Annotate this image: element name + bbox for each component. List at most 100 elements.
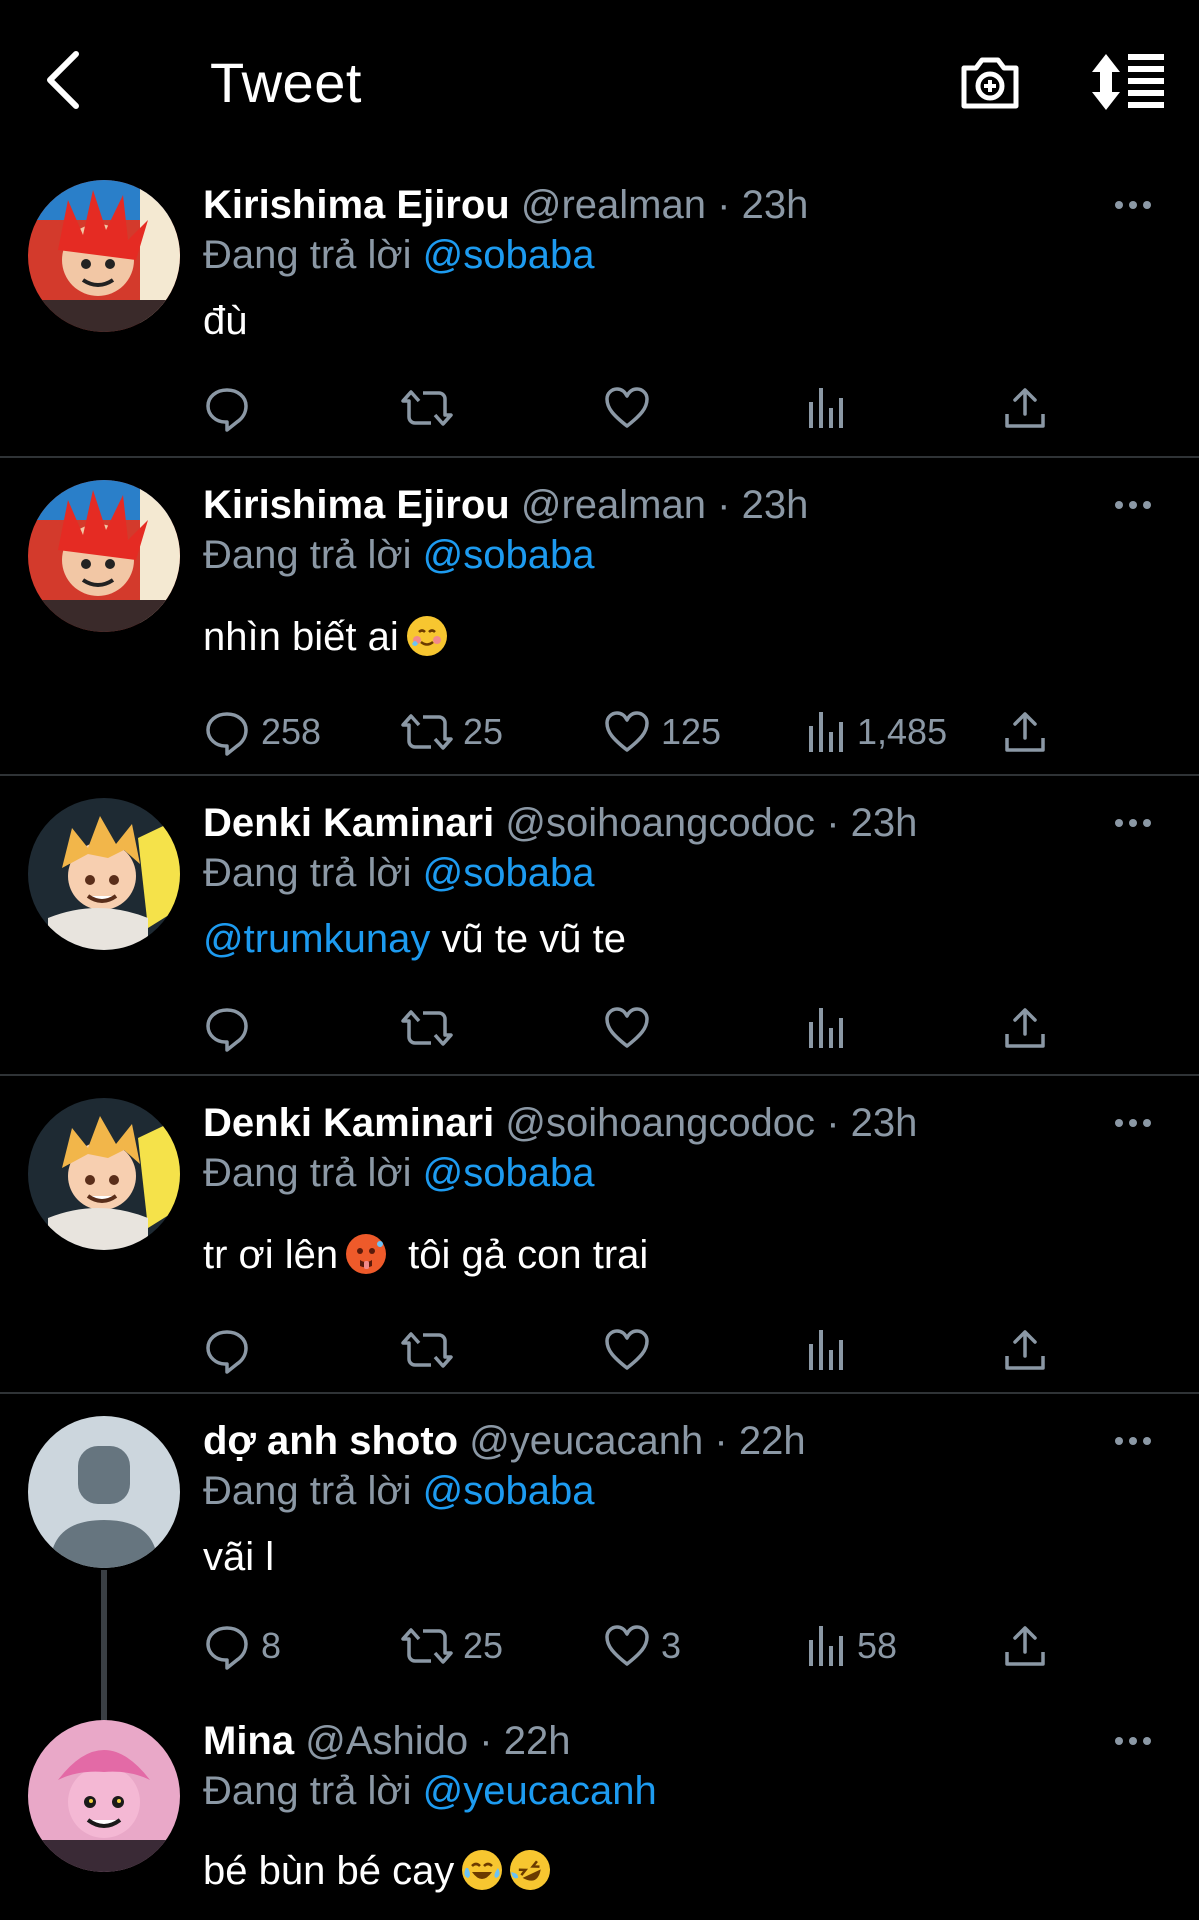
timestamp[interactable]: 23h [742,483,809,527]
retweet-button[interactable] [401,1322,453,1378]
reply-button[interactable] [203,1322,251,1378]
more-options-icon[interactable] [1111,811,1155,835]
retweet-button[interactable]: 25 [401,1618,503,1674]
more-options-icon[interactable] [1111,1111,1155,1135]
timestamp[interactable]: 22h [739,1419,806,1463]
views-button[interactable]: 1,485 [807,704,947,760]
rolling-laughing-emoji-icon [503,1843,557,1897]
reply-count: 8 [261,1625,282,1666]
separator-dot: · [826,801,840,845]
sort-icon[interactable] [1090,50,1166,114]
views-button[interactable] [807,1000,847,1056]
share-button[interactable] [1001,380,1049,436]
like-button[interactable]: 125 [603,704,721,760]
display-name[interactable]: Denki Kaminari [203,1101,494,1145]
avatar[interactable] [28,480,180,632]
more-options-icon[interactable] [1111,1429,1155,1453]
default-avatar[interactable] [28,1416,180,1568]
timestamp[interactable]: 23h [851,801,918,845]
mention-link[interactable]: @trumkunay [203,917,430,961]
retweet-button[interactable] [401,1000,453,1056]
tweet-header: Kirishima Ejirou @realman · 23h [203,480,808,530]
username[interactable]: @soihoangcodoc [505,1101,815,1145]
replying-to: Đang trả lời @sobaba [203,1466,595,1516]
back-arrow-icon[interactable] [40,48,88,112]
display-name[interactable]: Kirishima Ejirou [203,483,510,527]
like-button[interactable] [603,380,651,436]
mention-link[interactable]: @sobaba [423,533,595,577]
replying-to: Đang trả lời @sobaba [203,848,595,898]
mention-link[interactable]: @sobaba [423,1469,595,1513]
retweet-icon [401,1326,453,1374]
views-button[interactable] [807,1322,847,1378]
username[interactable]: @realman [521,183,706,227]
separator-dot: · [826,1101,840,1145]
mention-link[interactable]: @sobaba [423,233,595,277]
tweet-text: nhìn biết ai [203,612,447,662]
mention-link[interactable]: @sobaba [423,851,595,895]
username[interactable]: @yeucacanh [469,1419,703,1463]
replying-to-label: Đang trả lời [203,233,412,277]
like-button[interactable] [603,1322,651,1378]
tweet-text: vãi l [203,1535,275,1579]
tweet-item[interactable]: Mina @Ashido · 22h Đang trả lời @yeucaca… [0,1694,1199,1920]
retweet-icon [401,1004,453,1052]
username[interactable]: @Ashido [305,1719,468,1763]
heart-icon [603,708,651,756]
username[interactable]: @soihoangcodoc [505,801,815,845]
share-icon [1001,1004,1049,1052]
more-options-icon[interactable] [1111,1729,1155,1753]
mention-link[interactable]: @yeucacanh [423,1769,657,1813]
like-button[interactable] [603,1000,651,1056]
retweet-button[interactable] [401,380,453,436]
timestamp[interactable]: 23h [742,183,809,227]
reply-button[interactable] [203,380,251,436]
share-icon [1001,708,1049,756]
tweet-text-content: vũ te vũ te [430,917,627,961]
mention-link[interactable]: @sobaba [423,1151,595,1195]
share-button[interactable] [1001,1000,1049,1056]
display-name[interactable]: Mina [203,1719,294,1763]
avatar[interactable] [28,1720,180,1872]
share-icon [1001,1326,1049,1374]
share-button[interactable] [1001,1322,1049,1378]
share-icon [1001,1622,1049,1670]
display-name[interactable]: Denki Kaminari [203,801,494,845]
page-title: Tweet [210,51,362,114]
tweet-item[interactable]: Kirishima Ejirou @realman · 23h Đang trả… [0,458,1199,776]
display-name[interactable]: Kirishima Ejirou [203,183,510,227]
reply-icon [203,708,251,756]
tweet-item[interactable]: dợ anh shoto @yeucacanh · 22h Đang trả l… [0,1394,1199,1694]
like-button[interactable]: 3 [603,1618,681,1674]
views-count: 58 [857,1625,898,1666]
views-button[interactable] [807,380,847,436]
display-name[interactable]: dợ anh shoto [203,1419,458,1463]
tweet-actions [203,380,1083,436]
tweet-text-after: tôi gả con trai [408,1233,649,1277]
views-icon [807,384,847,432]
avatar[interactable] [28,180,180,332]
tweet-item[interactable]: Denki Kaminari @soihoangcodoc · 23h Đang… [0,1076,1199,1394]
share-button[interactable] [1001,704,1049,760]
timestamp[interactable]: 23h [851,1101,918,1145]
more-options-icon[interactable] [1111,493,1155,517]
username[interactable]: @realman [521,483,706,527]
reply-button[interactable]: 258 [203,704,321,760]
views-button[interactable]: 58 [807,1618,897,1674]
retweet-button[interactable]: 25 [401,704,503,760]
share-button[interactable] [1001,1618,1049,1674]
reply-icon [203,1622,251,1670]
reply-button[interactable] [203,1000,251,1056]
timestamp[interactable]: 22h [504,1719,571,1763]
reply-button[interactable]: 8 [203,1618,281,1674]
tweet-item[interactable]: Kirishima Ejirou @realman · 23h Đang trả… [0,160,1199,458]
more-options-icon[interactable] [1111,193,1155,217]
retweet-icon [401,384,453,432]
tweet-actions: 258 25 125 1,485 [203,704,1083,760]
tweet-item[interactable]: Denki Kaminari @soihoangcodoc · 23h Đang… [0,776,1199,1076]
tweet-header: Mina @Ashido · 22h [203,1716,571,1766]
avatar[interactable] [28,1098,180,1250]
tweet-text-content: nhìn biết ai [203,615,399,659]
camera-add-icon[interactable] [958,50,1022,114]
avatar[interactable] [28,798,180,950]
